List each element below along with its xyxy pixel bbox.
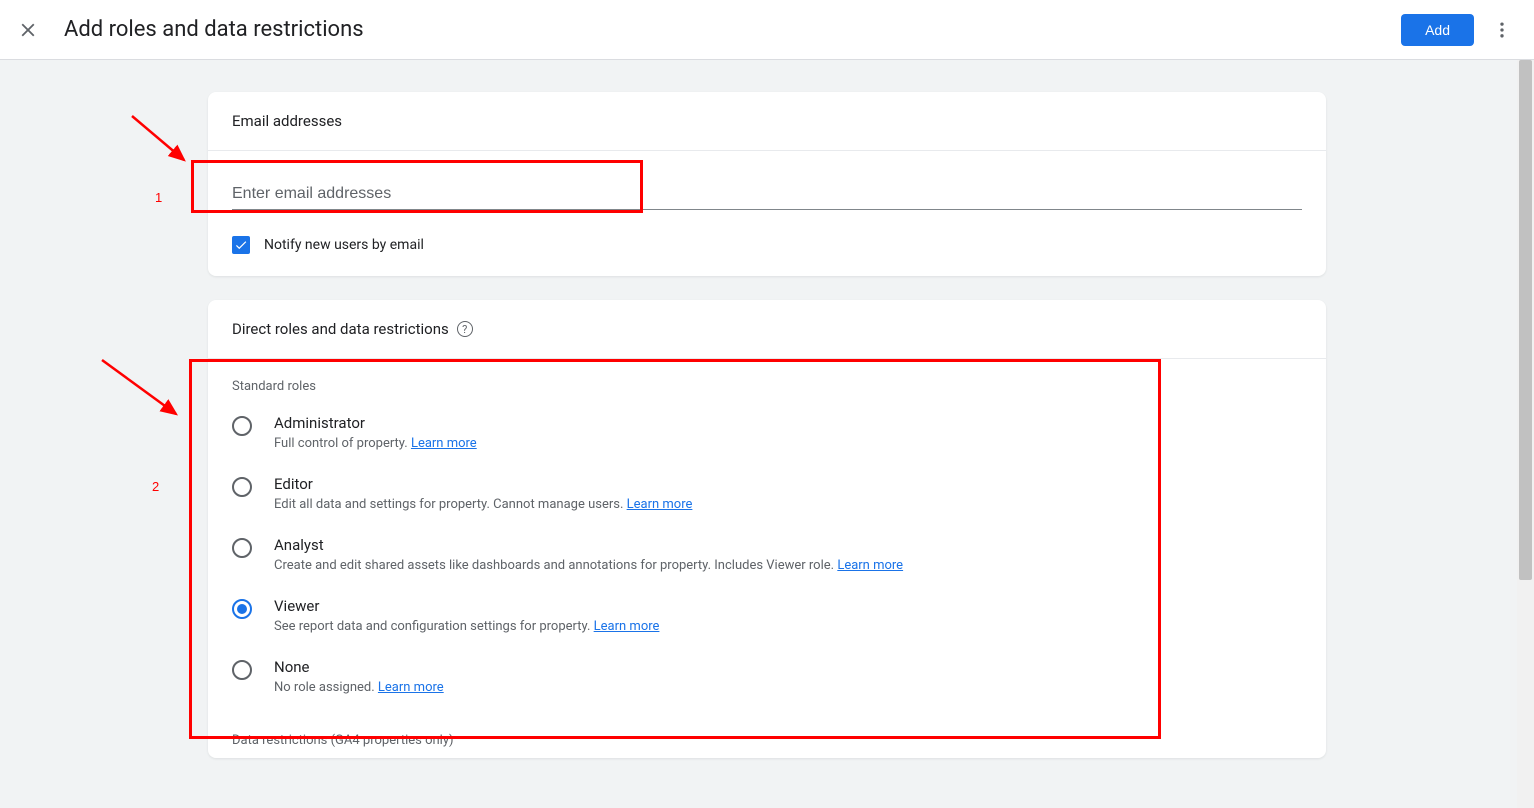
role-desc: Edit all data and settings for property.… xyxy=(274,497,692,512)
role-item-editor[interactable]: Editor Edit all data and settings for pro… xyxy=(208,463,1326,524)
email-card-header: Email addresses xyxy=(208,92,1326,151)
role-desc: No role assigned. Learn more xyxy=(274,680,444,695)
role-radio-viewer[interactable] xyxy=(232,599,252,619)
scrollbar[interactable] xyxy=(1517,60,1534,808)
role-item-viewer[interactable]: Viewer See report data and configuration … xyxy=(208,585,1326,646)
annotation-number-2: 2 xyxy=(152,479,159,494)
role-texts: Viewer See report data and configuration … xyxy=(274,597,659,634)
role-item-analyst[interactable]: Analyst Create and edit shared assets lik… xyxy=(208,524,1326,585)
role-texts: Editor Edit all data and settings for pro… xyxy=(274,475,692,512)
roles-card: Direct roles and data restrictions ? Sta… xyxy=(208,300,1326,758)
role-name: Administrator xyxy=(274,414,477,432)
learn-more-link[interactable]: Learn more xyxy=(378,680,444,695)
role-name: Analyst xyxy=(274,536,903,554)
role-desc: See report data and configuration settin… xyxy=(274,619,659,634)
header-left: Add roles and data restrictions xyxy=(16,17,364,42)
notify-label: Notify new users by email xyxy=(264,237,424,253)
page-header: Add roles and data restrictions Add xyxy=(0,0,1534,60)
role-texts: None No role assigned. Learn more xyxy=(274,658,444,695)
email-input-wrap xyxy=(208,151,1326,222)
notify-row: Notify new users by email xyxy=(208,222,1326,276)
learn-more-link[interactable]: Learn more xyxy=(411,436,477,451)
standard-roles-label: Standard roles xyxy=(208,359,1326,402)
learn-more-link[interactable]: Learn more xyxy=(627,497,693,512)
learn-more-link[interactable]: Learn more xyxy=(594,619,660,634)
data-restrictions-label: Data restrictions (GA4 properties only) xyxy=(208,707,1326,758)
help-icon[interactable]: ? xyxy=(457,321,473,337)
email-card: Email addresses Notify new users by emai… xyxy=(208,92,1326,276)
role-desc: Full control of property. Learn more xyxy=(274,436,477,451)
annotation-number-1: 1 xyxy=(155,190,162,205)
role-name: Editor xyxy=(274,475,692,493)
page-title: Add roles and data restrictions xyxy=(64,17,364,42)
roles-card-header: Direct roles and data restrictions ? xyxy=(208,300,1326,359)
role-texts: Administrator Full control of property. L… xyxy=(274,414,477,451)
notify-checkbox[interactable] xyxy=(232,236,250,254)
content-area: Email addresses Notify new users by emai… xyxy=(0,60,1534,758)
roles-header-text: Direct roles and data restrictions xyxy=(232,320,449,338)
role-name: None xyxy=(274,658,444,676)
role-desc: Create and edit shared assets like dashb… xyxy=(274,558,903,573)
learn-more-link[interactable]: Learn more xyxy=(837,558,903,573)
role-texts: Analyst Create and edit shared assets lik… xyxy=(274,536,903,573)
add-button[interactable]: Add xyxy=(1401,14,1474,46)
role-item-administrator[interactable]: Administrator Full control of property. L… xyxy=(208,402,1326,463)
close-icon[interactable] xyxy=(16,18,40,42)
role-radio-administrator[interactable] xyxy=(232,416,252,436)
role-item-none[interactable]: None No role assigned. Learn more xyxy=(208,646,1326,707)
role-radio-editor[interactable] xyxy=(232,477,252,497)
role-name: Viewer xyxy=(274,597,659,615)
email-input[interactable] xyxy=(232,179,1302,210)
role-radio-none[interactable] xyxy=(232,660,252,680)
roles-list: Administrator Full control of property. L… xyxy=(208,402,1326,707)
more-menu-icon[interactable] xyxy=(1486,14,1518,46)
header-right: Add xyxy=(1401,14,1518,46)
role-radio-analyst[interactable] xyxy=(232,538,252,558)
scrollbar-thumb[interactable] xyxy=(1519,60,1532,580)
